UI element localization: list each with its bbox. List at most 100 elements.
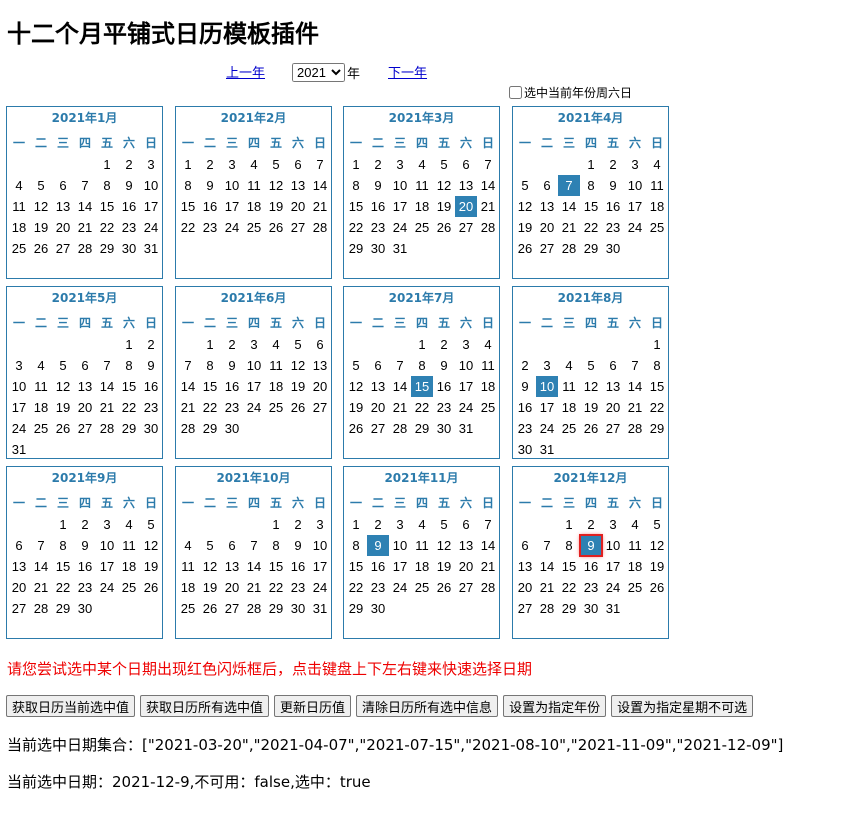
day-cell[interactable]: 20 xyxy=(536,217,558,238)
day-cell[interactable]: 28 xyxy=(558,238,580,259)
day-cell[interactable]: 20 xyxy=(602,397,624,418)
day-cell[interactable]: 4 xyxy=(411,514,433,535)
day-cell[interactable]: 1 xyxy=(96,154,118,175)
day-cell[interactable]: 28 xyxy=(309,217,331,238)
day-cell[interactable]: 15 xyxy=(646,376,668,397)
day-cell[interactable]: 6 xyxy=(514,535,536,556)
day-cell[interactable]: 24 xyxy=(8,418,30,439)
day-cell[interactable]: 10 xyxy=(536,376,558,397)
day-cell[interactable]: 5 xyxy=(265,154,287,175)
day-cell[interactable]: 22 xyxy=(558,577,580,598)
day-cell[interactable]: 10 xyxy=(243,355,265,376)
day-cell[interactable]: 23 xyxy=(580,577,602,598)
day-cell[interactable]: 28 xyxy=(177,418,199,439)
day-cell[interactable]: 27 xyxy=(309,397,331,418)
day-cell[interactable]: 18 xyxy=(177,577,199,598)
day-cell[interactable]: 18 xyxy=(265,376,287,397)
day-cell[interactable]: 7 xyxy=(74,175,96,196)
day-cell[interactable]: 16 xyxy=(514,397,536,418)
day-cell[interactable]: 24 xyxy=(221,217,243,238)
day-cell[interactable]: 25 xyxy=(243,217,265,238)
day-cell[interactable]: 31 xyxy=(536,439,558,460)
day-cell[interactable]: 7 xyxy=(477,154,499,175)
day-cell[interactable]: 24 xyxy=(243,397,265,418)
day-cell[interactable]: 2 xyxy=(367,154,389,175)
day-cell[interactable]: 26 xyxy=(265,217,287,238)
day-cell[interactable]: 10 xyxy=(455,355,477,376)
day-cell[interactable]: 19 xyxy=(646,556,668,577)
day-cell[interactable]: 14 xyxy=(477,535,499,556)
day-cell[interactable]: 9 xyxy=(367,175,389,196)
day-cell[interactable]: 11 xyxy=(243,175,265,196)
day-cell[interactable]: 23 xyxy=(74,577,96,598)
day-cell[interactable]: 17 xyxy=(389,556,411,577)
day-cell[interactable]: 15 xyxy=(411,376,433,397)
day-cell[interactable]: 30 xyxy=(367,238,389,259)
day-cell[interactable]: 1 xyxy=(345,514,367,535)
day-cell[interactable]: 20 xyxy=(221,577,243,598)
day-cell[interactable]: 5 xyxy=(433,514,455,535)
day-cell[interactable]: 11 xyxy=(558,376,580,397)
day-cell[interactable]: 29 xyxy=(411,418,433,439)
day-cell[interactable]: 17 xyxy=(140,196,162,217)
day-cell[interactable]: 17 xyxy=(221,196,243,217)
day-cell[interactable]: 12 xyxy=(287,355,309,376)
day-cell[interactable]: 10 xyxy=(602,535,624,556)
day-cell[interactable]: 18 xyxy=(558,397,580,418)
day-cell[interactable]: 14 xyxy=(243,556,265,577)
day-cell[interactable]: 16 xyxy=(367,556,389,577)
day-cell[interactable]: 13 xyxy=(287,175,309,196)
day-cell[interactable]: 13 xyxy=(74,376,96,397)
day-cell[interactable]: 27 xyxy=(455,217,477,238)
day-cell[interactable]: 4 xyxy=(265,334,287,355)
day-cell[interactable]: 6 xyxy=(74,355,96,376)
day-cell[interactable]: 26 xyxy=(433,217,455,238)
day-cell[interactable]: 7 xyxy=(243,535,265,556)
day-cell[interactable]: 2 xyxy=(433,334,455,355)
day-cell[interactable]: 24 xyxy=(389,577,411,598)
day-cell[interactable]: 24 xyxy=(455,397,477,418)
day-cell[interactable]: 16 xyxy=(580,556,602,577)
day-cell[interactable]: 3 xyxy=(221,154,243,175)
day-cell[interactable]: 10 xyxy=(389,175,411,196)
day-cell[interactable]: 1 xyxy=(199,334,221,355)
day-cell[interactable]: 21 xyxy=(177,397,199,418)
day-cell[interactable]: 22 xyxy=(345,217,367,238)
day-cell[interactable]: 19 xyxy=(265,196,287,217)
day-cell[interactable]: 14 xyxy=(30,556,52,577)
day-cell[interactable]: 12 xyxy=(514,196,536,217)
day-cell[interactable]: 11 xyxy=(411,175,433,196)
day-cell[interactable]: 23 xyxy=(221,397,243,418)
day-cell[interactable]: 19 xyxy=(52,397,74,418)
day-cell[interactable]: 28 xyxy=(624,418,646,439)
day-cell[interactable]: 27 xyxy=(514,598,536,619)
day-cell[interactable]: 22 xyxy=(345,577,367,598)
day-cell[interactable]: 23 xyxy=(433,397,455,418)
day-cell[interactable]: 18 xyxy=(8,217,30,238)
day-cell[interactable]: 4 xyxy=(558,355,580,376)
day-cell[interactable]: 14 xyxy=(96,376,118,397)
day-cell[interactable]: 8 xyxy=(199,355,221,376)
day-cell[interactable]: 11 xyxy=(477,355,499,376)
day-cell[interactable]: 12 xyxy=(646,535,668,556)
day-cell[interactable]: 6 xyxy=(287,154,309,175)
day-cell[interactable]: 11 xyxy=(177,556,199,577)
prev-year-link[interactable]: 上一年 xyxy=(226,65,265,80)
day-cell[interactable]: 4 xyxy=(624,514,646,535)
day-cell[interactable]: 29 xyxy=(52,598,74,619)
day-cell[interactable]: 5 xyxy=(433,154,455,175)
day-cell[interactable]: 11 xyxy=(411,535,433,556)
day-cell[interactable]: 9 xyxy=(367,535,389,556)
day-cell[interactable]: 21 xyxy=(389,397,411,418)
day-cell[interactable]: 26 xyxy=(433,577,455,598)
day-cell[interactable]: 21 xyxy=(624,397,646,418)
day-cell[interactable]: 26 xyxy=(514,238,536,259)
day-cell[interactable]: 5 xyxy=(30,175,52,196)
day-cell[interactable]: 18 xyxy=(411,556,433,577)
day-cell[interactable]: 13 xyxy=(52,196,74,217)
day-cell[interactable]: 30 xyxy=(74,598,96,619)
day-cell[interactable]: 16 xyxy=(140,376,162,397)
day-cell[interactable]: 6 xyxy=(455,154,477,175)
day-cell[interactable]: 28 xyxy=(477,577,499,598)
day-cell[interactable]: 9 xyxy=(221,355,243,376)
